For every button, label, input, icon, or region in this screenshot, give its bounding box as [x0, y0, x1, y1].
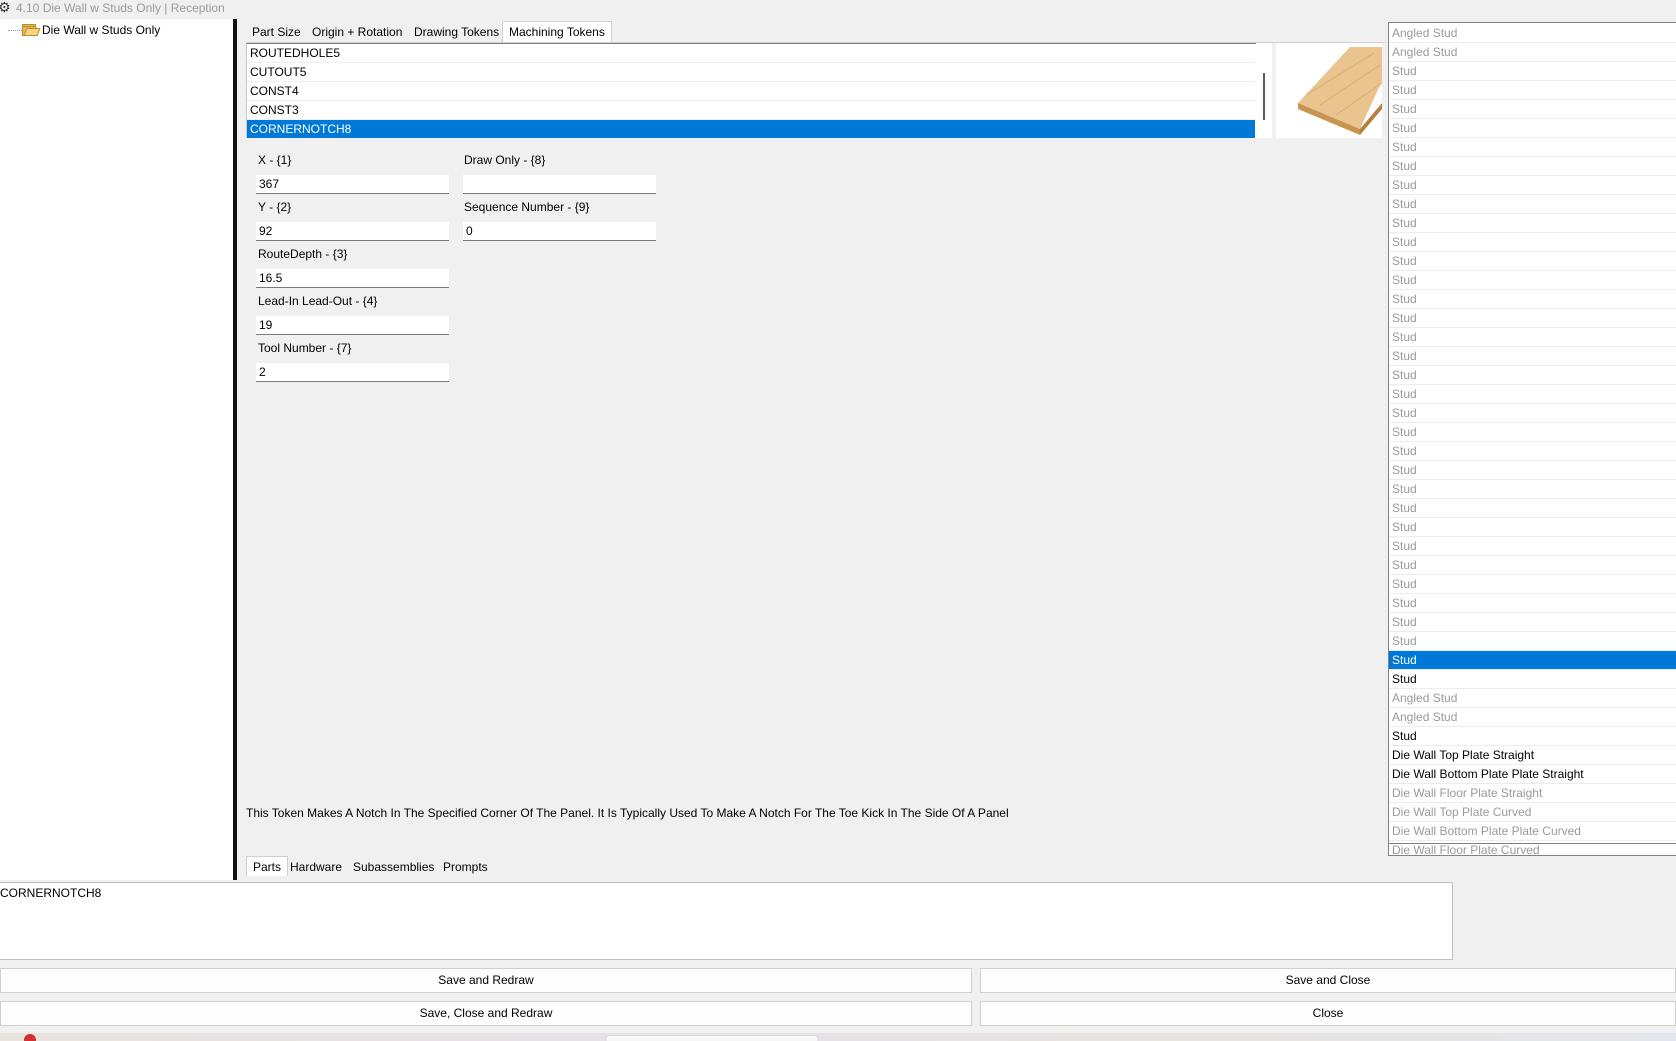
- bottom-tabs: Parts Hardware Subassemblies Prompts: [246, 856, 1386, 877]
- save-close-redraw-button[interactable]: Save, Close and Redraw: [0, 1001, 972, 1026]
- parts-list-item[interactable]: Stud: [1389, 727, 1676, 746]
- y-label: Y - {2}: [258, 200, 292, 214]
- parts-list-item[interactable]: Die Wall Bottom Plate Plate Curved: [1389, 822, 1676, 841]
- parts-list-item[interactable]: Stud: [1389, 670, 1676, 689]
- parts-list-item[interactable]: Stud: [1389, 309, 1676, 328]
- save-redraw-button[interactable]: Save and Redraw: [0, 968, 972, 993]
- x-label: X - {1}: [258, 153, 292, 167]
- token-list-item[interactable]: CUTOUT5: [247, 63, 1255, 82]
- parts-list-item[interactable]: Die Wall Top Plate Curved: [1389, 803, 1676, 822]
- parts-list-item[interactable]: Stud: [1389, 328, 1676, 347]
- tab-origin-rotation[interactable]: Origin + Rotation: [306, 22, 408, 41]
- parts-list-item[interactable]: Stud: [1389, 632, 1676, 651]
- parts-list-item[interactable]: Die Wall Top Plate Straight: [1389, 746, 1676, 765]
- parts-list-item[interactable]: Stud: [1389, 537, 1676, 556]
- parts-list-item[interactable]: Stud: [1389, 594, 1676, 613]
- parts-list-item[interactable]: Stud: [1389, 404, 1676, 423]
- token-list-scrollbar[interactable]: [1256, 43, 1272, 138]
- parts-list-item-selected[interactable]: Stud: [1389, 651, 1676, 670]
- parts-list-item[interactable]: Angled Stud: [1389, 24, 1676, 43]
- save-close-button[interactable]: Save and Close: [980, 968, 1676, 993]
- parts-list-item[interactable]: Stud: [1389, 119, 1676, 138]
- parts-list-item[interactable]: Stud: [1389, 271, 1676, 290]
- draw-only-field[interactable]: [463, 175, 656, 194]
- tab-drawing-tokens[interactable]: Drawing Tokens: [408, 22, 505, 41]
- taskbar-search[interactable]: [605, 1035, 819, 1041]
- tab-prompts[interactable]: Prompts: [437, 857, 494, 876]
- notification-badge-icon: [24, 1034, 36, 1041]
- folder-open-icon: [22, 24, 41, 36]
- parts-list-item[interactable]: Stud: [1389, 233, 1676, 252]
- parts-list-item[interactable]: Stud: [1389, 613, 1676, 632]
- parts-list-item[interactable]: Stud: [1389, 575, 1676, 594]
- token-tabs: Part Size Origin + Rotation Drawing Toke…: [246, 21, 1386, 43]
- tree-view[interactable]: Die Wall w Studs Only: [0, 19, 237, 880]
- window-title: 4.10 Die Wall w Studs Only | Reception: [16, 1, 225, 15]
- wood-board-icon: [1298, 47, 1383, 135]
- parts-list-item[interactable]: Stud: [1389, 290, 1676, 309]
- parts-list-item[interactable]: Stud: [1389, 480, 1676, 499]
- parts-list-item[interactable]: Stud: [1389, 423, 1676, 442]
- token-list-item[interactable]: CONST4: [247, 82, 1255, 101]
- parts-list-item[interactable]: Die Wall Bottom Plate Plate Straight: [1389, 765, 1676, 784]
- parts-list-item[interactable]: Stud: [1389, 138, 1676, 157]
- tab-parts[interactable]: Parts: [246, 856, 289, 876]
- parts-list-item[interactable]: Stud: [1389, 214, 1676, 233]
- y-field[interactable]: 92: [256, 222, 449, 241]
- route-depth-label: RouteDepth - {3}: [258, 247, 348, 261]
- parts-list-item[interactable]: Stud: [1389, 81, 1676, 100]
- parts-list-divider: [1389, 843, 1676, 844]
- tab-part-size[interactable]: Part Size: [246, 22, 307, 41]
- gear-icon: ⚙: [0, 0, 11, 15]
- draw-only-label: Draw Only - {8}: [464, 153, 546, 167]
- x-field[interactable]: 367: [256, 175, 449, 194]
- taskbar: [0, 1033, 1676, 1041]
- token-description: This Token Makes A Notch In The Specifie…: [246, 806, 1009, 820]
- parts-list-item[interactable]: Stud: [1389, 195, 1676, 214]
- parts-list-item[interactable]: Stud: [1389, 347, 1676, 366]
- parts-list-item[interactable]: Stud: [1389, 252, 1676, 271]
- parts-list-item[interactable]: Stud: [1389, 157, 1676, 176]
- parts-list-item[interactable]: Stud: [1389, 499, 1676, 518]
- parts-list-item[interactable]: Angled Stud: [1389, 689, 1676, 708]
- tab-machining-tokens[interactable]: Machining Tokens: [502, 21, 612, 42]
- part-preview: [1276, 43, 1383, 138]
- sequence-number-label: Sequence Number - {9}: [464, 200, 590, 214]
- parts-list-item[interactable]: Stud: [1389, 62, 1676, 81]
- parts-list-item[interactable]: Stud: [1389, 556, 1676, 575]
- parts-list-item[interactable]: Angled Stud: [1389, 43, 1676, 62]
- lead-in-field[interactable]: 19: [256, 316, 449, 335]
- notes-textarea[interactable]: CORNERNOTCH8: [0, 882, 1453, 960]
- tab-hardware[interactable]: Hardware: [284, 857, 348, 876]
- close-button[interactable]: Close: [980, 1001, 1676, 1026]
- parts-list-item[interactable]: Stud: [1389, 366, 1676, 385]
- tree-connector: [8, 30, 22, 31]
- parts-list[interactable]: Angled Stud Angled Stud Stud Stud Stud Stud St…: [1388, 22, 1676, 856]
- tool-number-field[interactable]: 2: [256, 363, 449, 382]
- token-list-item[interactable]: CONST3: [247, 101, 1255, 120]
- parts-list-item[interactable]: Die Wall Floor Plate Straight: [1389, 784, 1676, 803]
- scrollbar-thumb[interactable]: [1263, 73, 1265, 120]
- parts-list-item[interactable]: Stud: [1389, 176, 1676, 195]
- tab-subassemblies[interactable]: Subassemblies: [347, 857, 440, 876]
- lead-in-label: Lead-In Lead-Out - {4}: [258, 294, 378, 308]
- route-depth-field[interactable]: 16.5: [256, 269, 449, 288]
- tree-node-label: Die Wall w Studs Only: [42, 23, 161, 37]
- parts-list-item[interactable]: Stud: [1389, 100, 1676, 119]
- token-list-item-selected[interactable]: CORNERNOTCH8: [247, 120, 1255, 138]
- token-list[interactable]: ROUTEDHOLE5 CUTOUT5 CONST4 CONST3 CORNER…: [246, 43, 1272, 138]
- parts-list-item[interactable]: Stud: [1389, 518, 1676, 537]
- parts-list-item[interactable]: Stud: [1389, 461, 1676, 480]
- parts-list-item[interactable]: Stud: [1389, 442, 1676, 461]
- parts-list-item[interactable]: Stud: [1389, 385, 1676, 404]
- token-list-item[interactable]: ROUTEDHOLE5: [247, 44, 1255, 63]
- parts-list-item[interactable]: Angled Stud: [1389, 708, 1676, 727]
- tool-number-label: Tool Number - {7}: [258, 341, 352, 355]
- sequence-number-field[interactable]: 0: [463, 222, 656, 241]
- title-bar: ⚙ 4.10 Die Wall w Studs Only | Reception: [0, 0, 1676, 18]
